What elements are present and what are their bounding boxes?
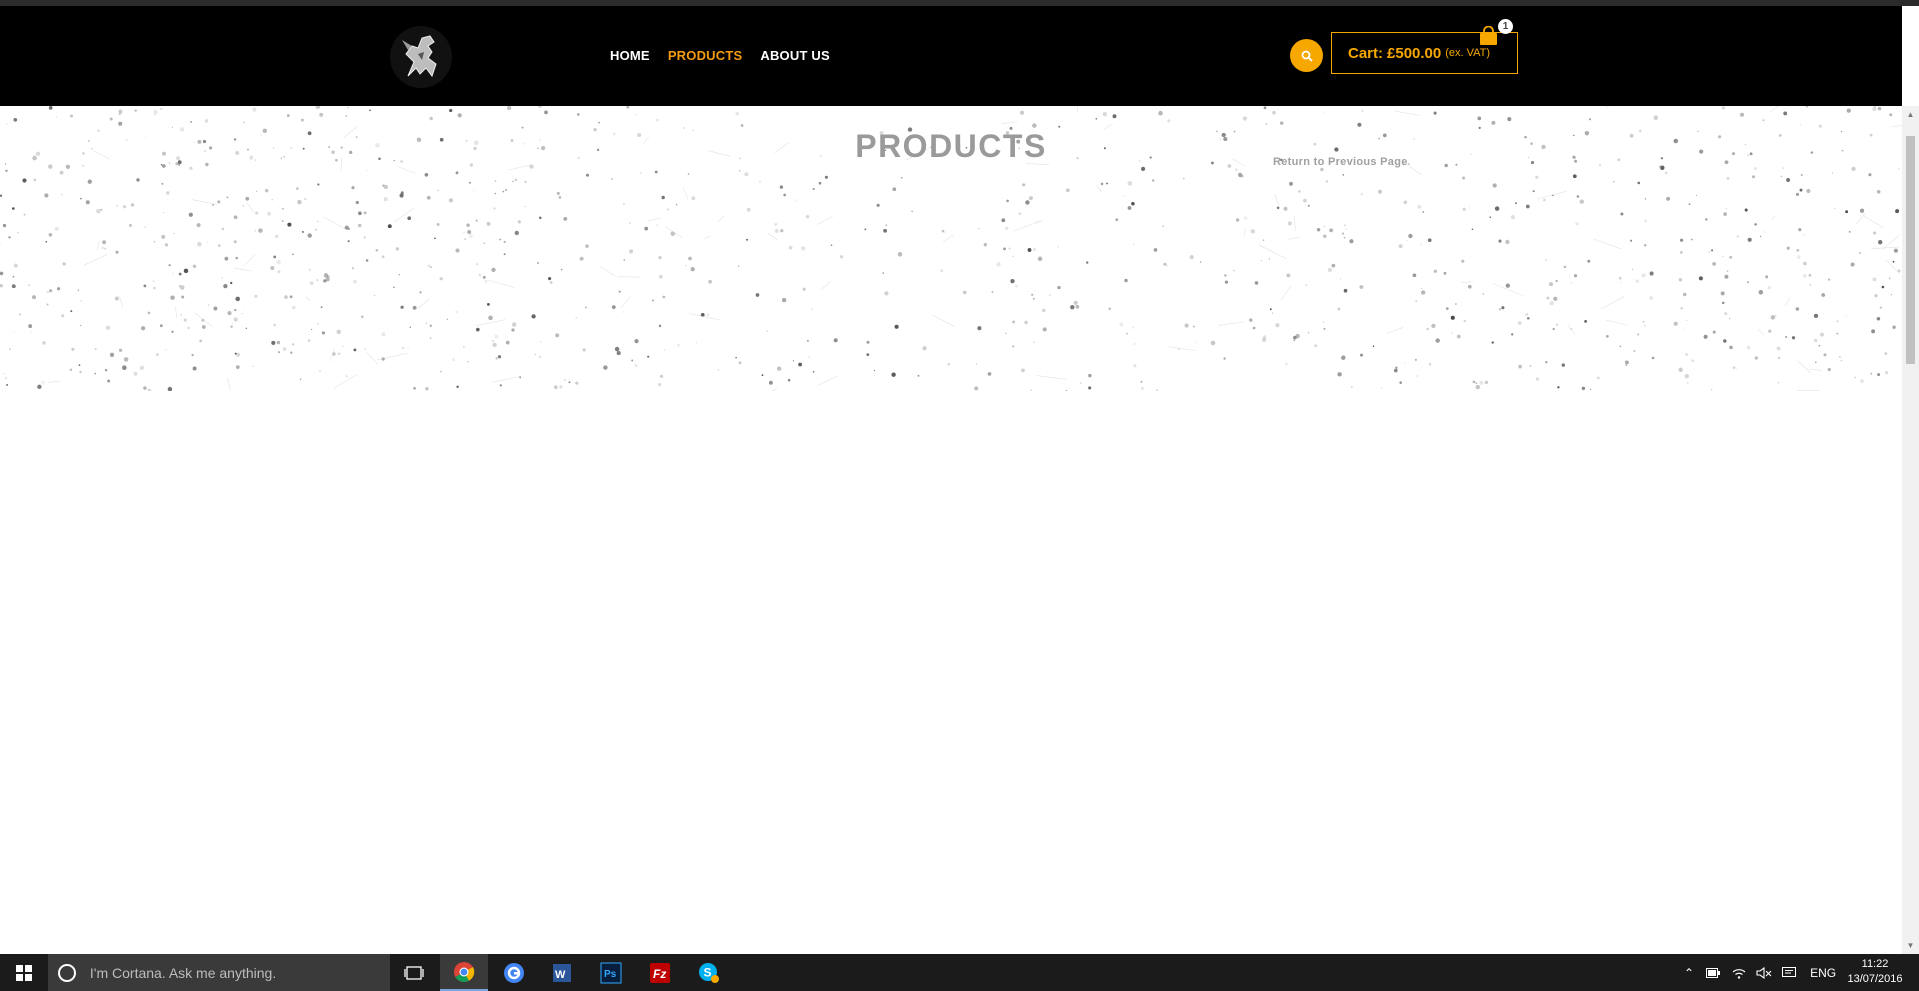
- return-previous-link[interactable]: Return to Previous Page: [1273, 156, 1408, 168]
- scroll-thumb[interactable]: [1906, 136, 1915, 364]
- task-view-button[interactable]: [390, 954, 438, 991]
- cart-amount: £500.00: [1387, 44, 1442, 62]
- taskbar-clock[interactable]: 11:22 13/07/2016: [1840, 957, 1910, 987]
- cart-vat-note: (ex. VAT): [1445, 47, 1491, 59]
- svg-text:Ps: Ps: [604, 969, 617, 980]
- griffin-logo-icon[interactable]: [388, 24, 454, 90]
- filezilla-icon: Fz: [650, 962, 670, 983]
- shopping-bag-icon[interactable]: [1479, 26, 1498, 46]
- cart-label: Cart:: [1348, 44, 1384, 62]
- taskbar-filezilla[interactable]: Fz: [636, 954, 684, 991]
- battery-icon[interactable]: [1706, 967, 1721, 978]
- word-icon: W: [553, 963, 571, 982]
- svg-text:Fz: Fz: [653, 967, 666, 981]
- taskbar-google[interactable]: [490, 954, 538, 991]
- main-nav: HOME PRODUCTS ABOUT US: [610, 48, 830, 63]
- language-indicator[interactable]: ENG: [1810, 966, 1836, 980]
- google-icon: [504, 962, 524, 983]
- taskbar-chrome[interactable]: [440, 954, 488, 991]
- task-view-icon: [404, 965, 424, 980]
- tray-chevron-up-icon[interactable]: ⌃: [1684, 966, 1694, 980]
- windows-taskbar: W Ps Fz S ⌃: [0, 954, 1919, 991]
- cortana-search-box[interactable]: [48, 954, 390, 991]
- skype-icon: S: [699, 962, 719, 983]
- scroll-down-arrow-icon[interactable]: ▼: [1902, 937, 1919, 954]
- cart-count-badge: 1: [1498, 19, 1513, 34]
- scroll-up-arrow-icon[interactable]: ▲: [1902, 106, 1919, 123]
- clock-date: 13/07/2016: [1847, 973, 1903, 985]
- site-header: HOME PRODUCTS ABOUT US Cart: £500.00 (ex…: [0, 6, 1902, 106]
- taskbar-skype[interactable]: S: [685, 954, 733, 991]
- page-title-band: PRODUCTS Return to Previous Page: [0, 106, 1902, 391]
- action-center-icon[interactable]: [1782, 966, 1797, 979]
- system-tray: ⌃ ENG: [1684, 954, 1836, 991]
- search-button[interactable]: [1290, 39, 1323, 72]
- svg-text:S: S: [704, 965, 712, 979]
- photoshop-icon: Ps: [600, 962, 622, 983]
- search-icon: [1301, 50, 1313, 62]
- start-button[interactable]: [0, 954, 48, 991]
- taskbar-photoshop[interactable]: Ps: [587, 954, 635, 991]
- page-title: PRODUCTS: [855, 128, 1047, 164]
- volume-muted-icon[interactable]: [1756, 966, 1772, 979]
- nav-products[interactable]: PRODUCTS: [668, 48, 743, 63]
- wifi-icon[interactable]: [1732, 967, 1746, 979]
- taskbar-word[interactable]: W: [538, 954, 586, 991]
- nav-about-us[interactable]: ABOUT US: [760, 48, 830, 63]
- cortana-icon: [58, 963, 76, 982]
- windows-logo-icon: [16, 964, 32, 981]
- cortana-input[interactable]: [87, 963, 390, 982]
- svg-text:W: W: [555, 969, 566, 981]
- clock-time: 11:22: [1861, 958, 1889, 970]
- chrome-icon: [454, 961, 475, 982]
- page-scrollbar[interactable]: ▲ ▼: [1902, 106, 1919, 954]
- nav-home[interactable]: HOME: [610, 48, 650, 63]
